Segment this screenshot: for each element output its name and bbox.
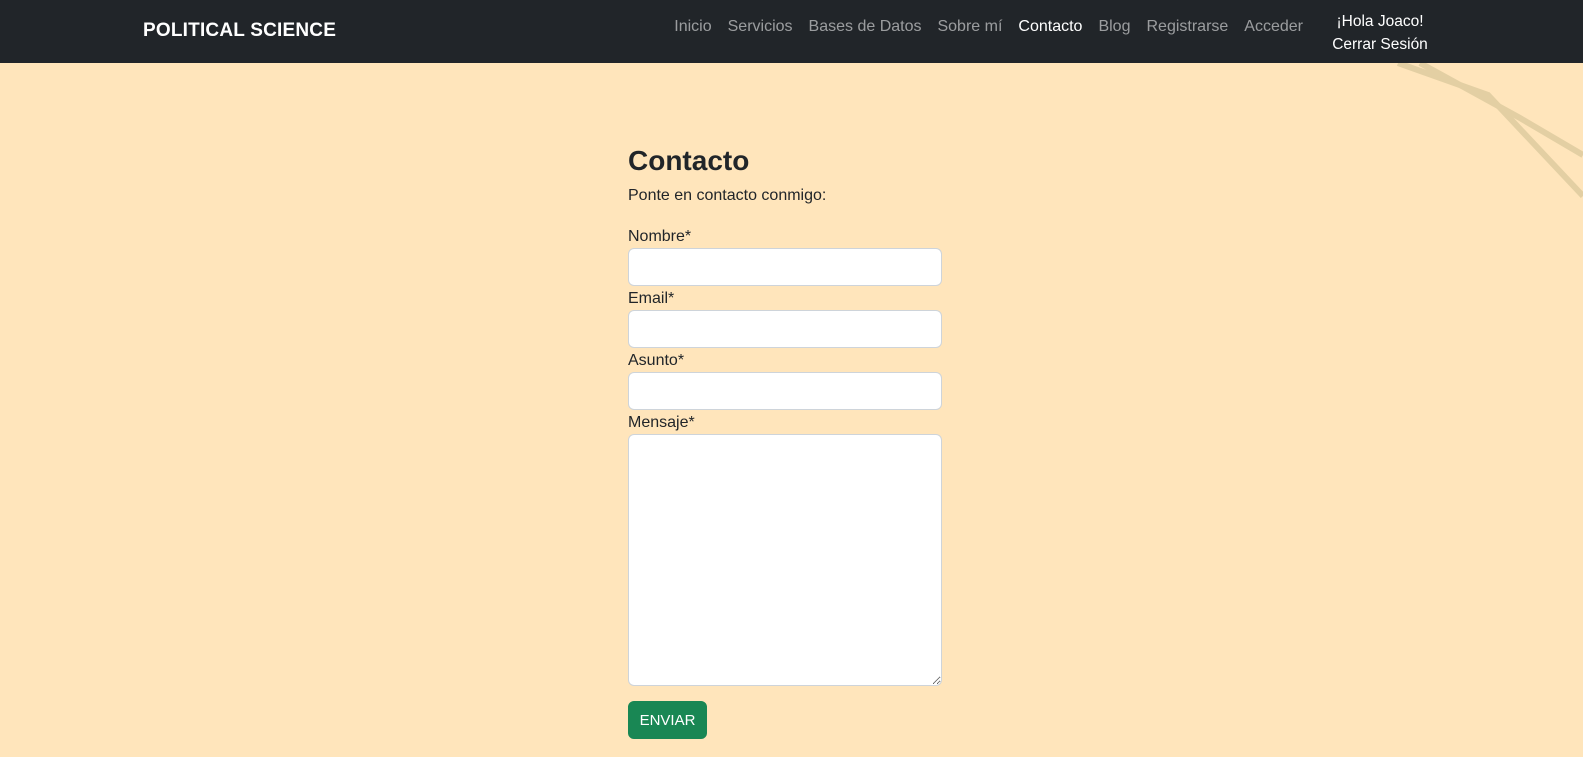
contact-section: Contacto Ponte en contacto conmigo: Nomb… [628,143,942,739]
brand-logo[interactable]: POLITICAL SCIENCE [143,20,336,42]
submit-button[interactable]: ENVIAR [628,701,707,739]
user-greeting: ¡Hola Joaco! [1336,13,1424,30]
email-label: Email* [628,290,675,307]
nav-link-bases-de-datos[interactable]: Bases de Datos [809,18,922,36]
subject-label: Asunto* [628,352,685,369]
subject-input[interactable] [628,372,942,410]
navbar: POLITICAL SCIENCE Inicio Servicios Bases… [0,0,1583,63]
nav-link-sobre-mi[interactable]: Sobre mí [937,18,1002,36]
nav-link-acceder[interactable]: Acceder [1244,18,1303,36]
contact-form: Nombre* Email* Asunto* Mensaje* ENVIAR [628,227,942,739]
nav-link-inicio[interactable]: Inicio [674,18,711,36]
email-input[interactable] [628,310,942,348]
message-label: Mensaje* [628,414,695,431]
name-label: Nombre* [628,228,692,245]
message-textarea[interactable] [628,434,942,686]
user-menu: ¡Hola Joaco! Cerrar Sesión [1320,10,1440,56]
background-decoration [1396,63,1583,199]
nav-link-registrarse[interactable]: Registrarse [1146,18,1228,36]
page-title: Contacto [628,145,750,176]
nav-link-blog[interactable]: Blog [1098,18,1130,36]
name-input[interactable] [628,248,942,286]
intro-text: Ponte en contacto conmigo: [628,187,827,204]
nav-link-contacto[interactable]: Contacto [1018,18,1082,36]
logout-link[interactable]: Cerrar Sesión [1320,33,1440,56]
nav-menu: Inicio Servicios Bases de Datos Sobre mí… [674,18,1303,36]
nav-link-servicios[interactable]: Servicios [728,18,793,36]
